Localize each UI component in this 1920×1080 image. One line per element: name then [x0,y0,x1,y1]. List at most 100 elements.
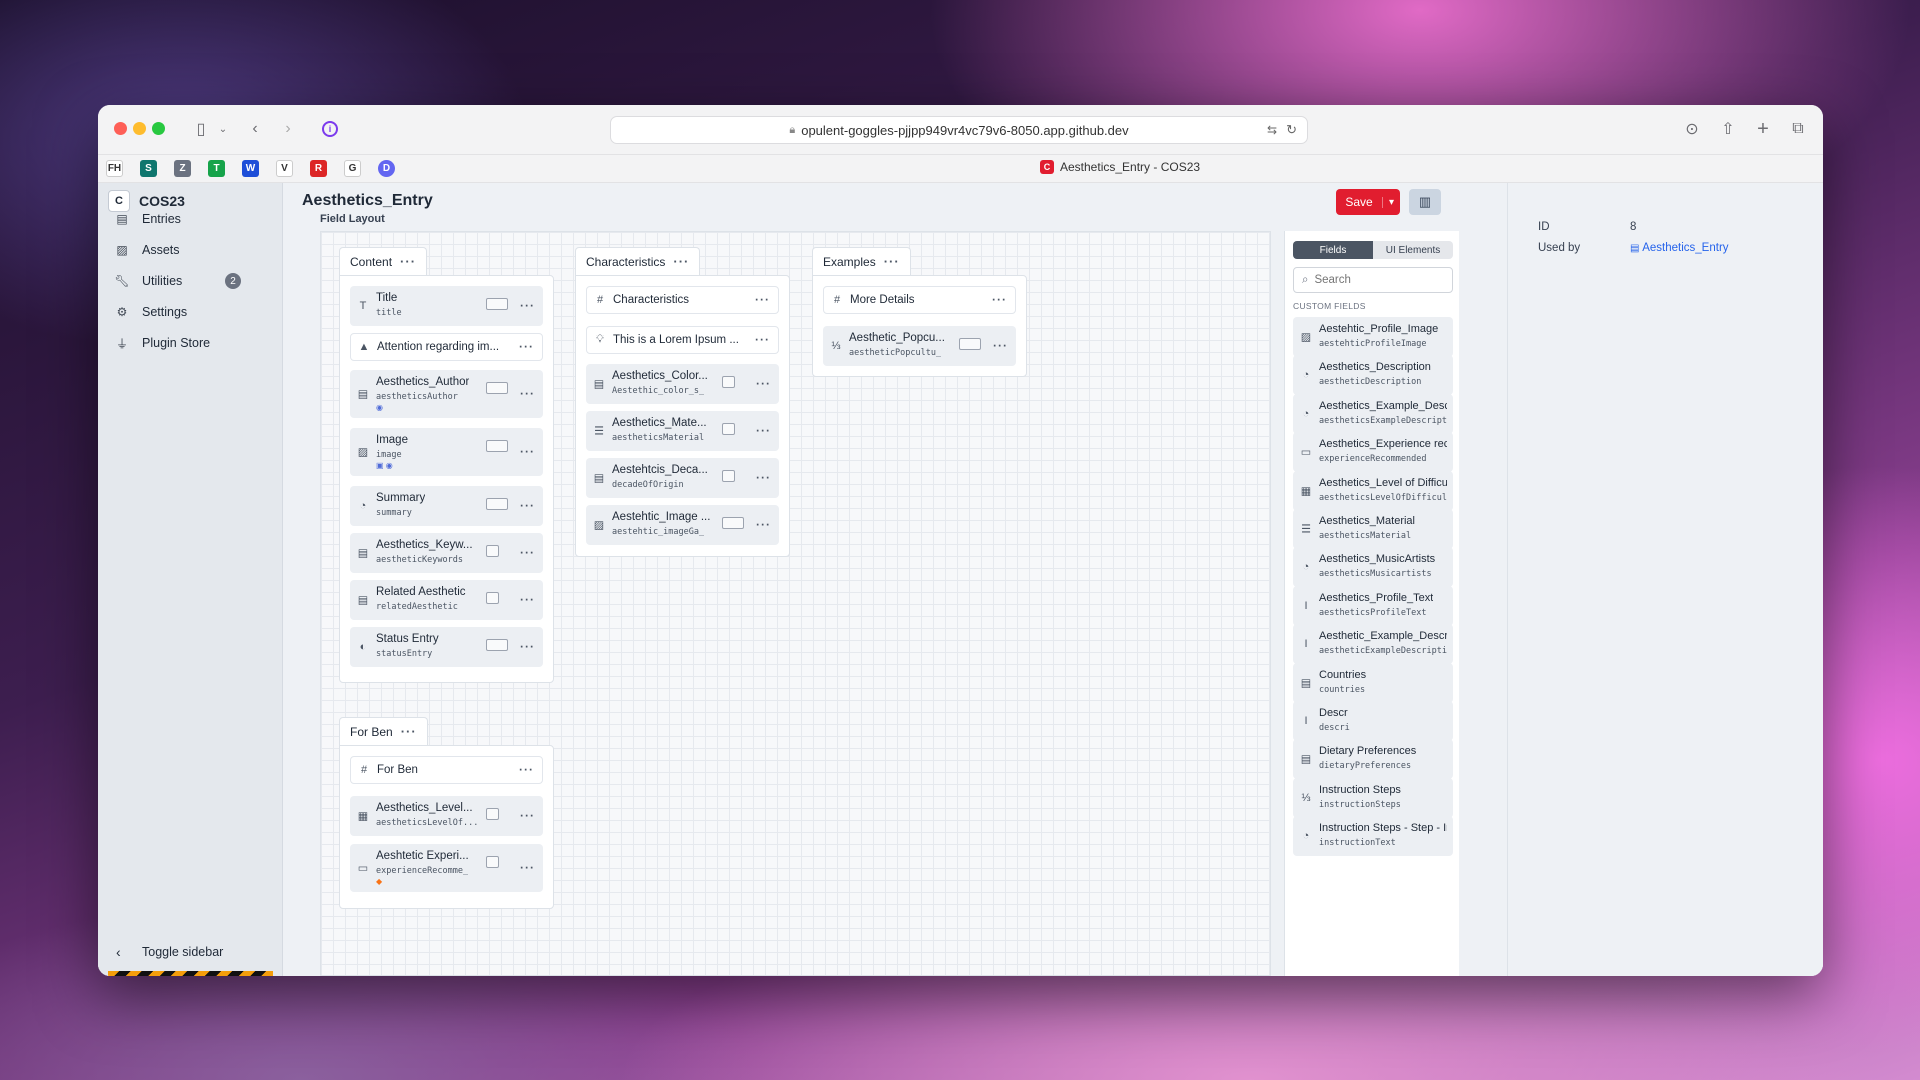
bookmark-z[interactable]: Z [174,160,191,177]
library-field[interactable]: I Aesthetic_Example_Descrip... aestheticEx… [1293,624,1453,665]
more-icon[interactable]: ··· [520,808,535,822]
library-field[interactable]: ▭ Aesthetics_Experience reco... experience… [1293,432,1453,473]
bookmark-r[interactable]: R [310,160,327,177]
more-icon[interactable]: ··· [519,339,534,353]
layout-field[interactable]: ▤ Aesthetics_Color... Aestethic_color_s_ ··… [586,364,779,404]
layout-field[interactable]: ▦ Aesthetics_Level... aestheticsLevelOf...… [350,796,543,836]
layout-ui-element[interactable]: # Characteristics ··· [586,286,779,314]
tab-characteristics[interactable]: Characteristics ··· [575,247,701,275]
translate-icon[interactable]: ⇆ [1267,123,1277,137]
more-icon[interactable]: ··· [756,376,771,390]
address-bar[interactable]: 🔒︎ opulent-goggles-pjjpp949vr4vc79v6-805… [610,116,1308,144]
reload-icon[interactable]: ↻ [1286,122,1297,138]
layout-field[interactable]: ◐ Status Entry statusEntry ··· [350,627,543,667]
more-icon[interactable]: ··· [756,470,771,484]
width-toggle[interactable] [486,856,499,868]
layout-field[interactable]: ⅓ Aesthetic_Popcu... aestheticPopcultu_ ··· [823,326,1016,366]
close-window-button[interactable] [114,122,127,135]
more-icon[interactable]: ··· [520,545,535,559]
width-toggle[interactable] [486,808,499,820]
bookmark-s[interactable]: S [140,160,157,177]
layout-field[interactable]: ▭ Aeshtetic Experi... experienceRecomme_ ◆ ·… [350,844,543,892]
layout-field[interactable]: ▤ Aestehtcis_Deca... decadeOfOrigin ··· [586,458,779,498]
layout-ui-element[interactable]: # More Details ··· [823,286,1016,314]
tab-for-ben[interactable]: For Ben ··· [339,717,428,745]
toggle-details-button[interactable]: ▥ [1409,189,1441,215]
bookmark-v[interactable]: V [276,160,293,177]
layout-field[interactable]: ☰ Aesthetics_Mate... aestheticsMaterial ··· [586,411,779,451]
layout-ui-element[interactable]: # For Ben ··· [350,756,543,784]
more-icon[interactable]: ··· [993,338,1008,352]
forward-icon[interactable]: › [279,117,297,141]
save-button[interactable]: Save ▾ [1336,189,1400,215]
layout-field[interactable]: ▤ Aesthetics_Keyw... aestheticKeywords ··· [350,533,543,573]
chevron-down-icon[interactable]: ▾ [1382,196,1400,208]
bookmark-discord[interactable]: D [378,160,395,177]
layout-field[interactable]: ▤ Aesthetics_Author aestheticsAuthor ◉ ··· [350,370,543,418]
more-icon[interactable]: ··· [520,592,535,606]
width-toggle[interactable] [486,592,499,604]
layout-field[interactable]: ▨ Aestehtic_Image ... aestehtic_imageGa_ ··… [586,505,779,545]
layout-field[interactable]: ▨ Image image ▣ ◉ ··· [350,428,543,476]
bookmark-fh[interactable]: FH [106,160,123,177]
more-icon[interactable]: ··· [755,332,770,346]
more-icon[interactable]: ··· [520,498,535,512]
width-toggle[interactable] [722,423,735,435]
library-field[interactable]: ▨ Aestehtic_Profile_Image aestehticProfile… [1293,317,1453,357]
library-field[interactable]: ◔ Aesthetics_Example_Descri... aestheticsE… [1293,393,1453,434]
downloads-icon[interactable]: ⊙ [1682,117,1702,141]
back-icon[interactable]: ‹ [246,117,264,141]
width-toggle[interactable] [486,440,508,452]
library-field[interactable]: ☰ Aesthetics_Material aestheticsMaterial [1293,509,1453,549]
bookmark-sheets[interactable]: T [208,160,225,177]
bookmark-g[interactable]: G [344,160,361,177]
tab-overview-icon[interactable]: ⧉ [1788,117,1808,141]
layout-field[interactable]: ▤ Related Aesthetic relatedAesthetic ··· [350,580,543,620]
more-icon[interactable]: ··· [755,292,770,306]
tab-examples[interactable]: Examples ··· [812,247,911,275]
library-field[interactable]: ▦ Aesthetics_Level of Difficulty aesthetic… [1293,470,1453,511]
library-search[interactable]: ⌕ [1293,267,1453,293]
more-icon[interactable]: ··· [519,762,534,776]
width-toggle[interactable] [486,639,508,651]
width-toggle[interactable] [486,545,499,557]
library-field[interactable]: ◔ Instruction Steps - Step - In... instruc… [1293,816,1453,857]
search-input[interactable] [1314,274,1435,286]
nav-assets[interactable]: ▨ Assets [98,236,283,264]
width-toggle[interactable] [722,517,744,529]
layout-ui-element[interactable]: 💡︎ This is a Lorem Ipsum ... ··· [586,326,779,354]
tab-fields[interactable]: Fields [1293,241,1373,259]
more-icon[interactable]: ··· [520,298,535,312]
library-field[interactable]: ▤ Countries countries [1293,662,1453,703]
tab-content[interactable]: Content ··· [339,247,428,275]
more-icon[interactable]: ··· [520,444,535,458]
new-tab-icon[interactable]: + [1753,117,1773,141]
more-icon[interactable]: ··· [884,254,900,269]
more-icon[interactable]: ··· [520,860,535,874]
nav-plugin-store[interactable]: ⏚ Plugin Store [98,329,283,357]
library-field[interactable]: I Descr descri [1293,701,1453,741]
more-icon[interactable]: ··· [400,254,416,269]
zoom-window-button[interactable] [152,122,165,135]
library-field[interactable]: ▤ Dietary Preferences dietaryPreferences [1293,739,1453,780]
more-icon[interactable]: ··· [673,254,689,269]
nav-settings[interactable]: ⚙ Settings [98,298,283,326]
more-icon[interactable]: ··· [756,517,771,531]
active-tab[interactable]: C Aesthetics_Entry - COS23 [1040,160,1200,174]
width-toggle[interactable] [486,382,508,394]
privacy-extension-icon[interactable]: i [320,117,340,141]
used-by-link[interactable]: ▤ Aesthetics_Entry [1630,242,1729,254]
library-field[interactable]: ◔ Aesthetics_MusicArtists aestheticsMusica… [1293,547,1453,588]
sidebar-toggle-icon[interactable]: ▯ [190,117,212,141]
nav-entries[interactable]: ▤ Entries [98,205,283,233]
width-toggle[interactable] [486,498,508,510]
layout-field[interactable]: T Title title ··· [350,286,543,326]
tab-ui-elements[interactable]: UI Elements [1373,241,1453,259]
more-icon[interactable]: ··· [756,423,771,437]
layout-ui-element[interactable]: ▲ Attention regarding im... ··· [350,333,543,361]
more-icon[interactable]: ··· [992,292,1007,306]
width-toggle[interactable] [722,376,735,388]
layout-field[interactable]: ◔ Summary summary ··· [350,486,543,526]
width-toggle[interactable] [722,470,735,482]
share-icon[interactable]: ⇧ [1718,117,1738,141]
